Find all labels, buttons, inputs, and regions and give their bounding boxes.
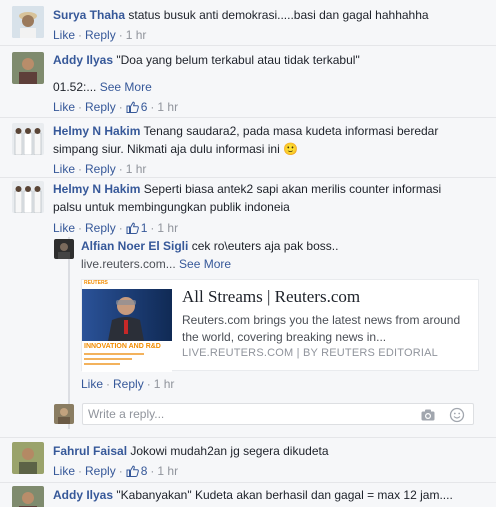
divider bbox=[0, 437, 496, 438]
like-button[interactable]: Like bbox=[53, 221, 75, 235]
commenter-name[interactable]: Fahrul Faisal bbox=[53, 444, 127, 458]
avatar-image bbox=[12, 442, 44, 474]
like-count[interactable]: 1 bbox=[126, 221, 147, 235]
commenter-name[interactable]: Addy Ilyas bbox=[53, 53, 113, 67]
link-preview-title[interactable]: All Streams | Reuters.com bbox=[182, 287, 360, 307]
like-button[interactable]: Like bbox=[53, 464, 75, 478]
avatar-image bbox=[12, 123, 44, 155]
reply-author-name[interactable]: Alfian Noer El Sigli bbox=[81, 239, 188, 253]
avatar[interactable] bbox=[12, 123, 44, 155]
link-preview-source: LIVE.REUTERS.COM | BY REUTERS EDITORIAL bbox=[182, 347, 438, 359]
timestamp[interactable]: 1 hr bbox=[157, 221, 178, 235]
like-button[interactable]: Like bbox=[81, 377, 103, 391]
commenter-name[interactable]: Helmy N Hakim bbox=[53, 182, 140, 196]
timestamp[interactable]: 1 hr bbox=[126, 162, 147, 176]
avatar[interactable] bbox=[12, 6, 44, 38]
link-preview-card[interactable]: REUTERS INNOVATION AND R&D All Streams |… bbox=[81, 279, 479, 372]
reply-button[interactable]: Reply bbox=[85, 28, 116, 42]
commenter-name[interactable]: Addy Ilyas bbox=[53, 488, 113, 502]
commenter-name[interactable]: Helmy N Hakim bbox=[53, 124, 140, 138]
reply-link-text[interactable]: live.reuters.com... bbox=[81, 257, 176, 271]
comment-text: Seperti biasa antek2 sapi akan merilis c… bbox=[143, 182, 442, 196]
avatar[interactable] bbox=[54, 239, 74, 259]
avatar-image bbox=[12, 486, 44, 507]
timestamp[interactable]: 1 hr bbox=[157, 100, 178, 114]
avatar[interactable] bbox=[12, 52, 44, 84]
thumbs-up-icon bbox=[126, 465, 139, 477]
avatar-image bbox=[54, 404, 74, 424]
reply-text: cek ro\euters aja pak boss.. bbox=[191, 239, 339, 253]
reply-button[interactable]: Reply bbox=[85, 464, 116, 478]
like-button[interactable]: Like bbox=[53, 28, 75, 42]
smiley-emoji: 🙂 bbox=[283, 142, 299, 156]
like-count[interactable]: 6 bbox=[126, 100, 147, 114]
timestamp[interactable]: 1 hr bbox=[154, 377, 175, 391]
avatar-image bbox=[12, 6, 44, 38]
commenter-name[interactable]: Surya Thaha bbox=[53, 8, 125, 22]
thumbs-up-icon bbox=[126, 101, 139, 113]
comment-text-continued: palsu untuk membingungkan publik indonei… bbox=[53, 200, 290, 214]
divider bbox=[0, 482, 496, 483]
reply-button[interactable]: Reply bbox=[85, 221, 116, 235]
like-button[interactable]: Like bbox=[53, 100, 75, 114]
comment-text: Tenang saudara2, pada masa kudeta inform… bbox=[143, 124, 439, 138]
comment-text: status busuk anti demokrasi.....basi dan… bbox=[128, 8, 429, 22]
smiley-icon[interactable] bbox=[449, 407, 465, 423]
image-caption: INNOVATION AND R&D bbox=[84, 343, 161, 350]
see-more-link[interactable]: See More bbox=[100, 80, 152, 94]
reply-box[interactable] bbox=[82, 403, 474, 425]
like-button[interactable]: Like bbox=[53, 162, 75, 176]
timestamp[interactable]: 1 hr bbox=[157, 464, 178, 478]
avatar[interactable] bbox=[12, 181, 44, 213]
current-user-avatar bbox=[54, 404, 74, 424]
reply-button[interactable]: Reply bbox=[113, 377, 144, 391]
camera-icon[interactable] bbox=[420, 407, 436, 423]
comment-text-continued: simpang siur. Nikmati aja dulu informasi… bbox=[53, 142, 280, 156]
link-preview-description: Reuters.com brings you the latest news f… bbox=[182, 313, 461, 344]
reply-button[interactable]: Reply bbox=[85, 100, 116, 114]
thumbs-up-icon bbox=[126, 222, 139, 234]
reply-thread-line bbox=[68, 237, 70, 429]
image-caption-lines bbox=[84, 353, 144, 365]
avatar-image bbox=[54, 239, 74, 259]
divider bbox=[0, 45, 496, 46]
link-preview-image: REUTERS INNOVATION AND R&D bbox=[82, 280, 172, 372]
divider bbox=[0, 117, 496, 118]
see-more-link[interactable]: See More bbox=[179, 257, 231, 271]
avatar-image bbox=[12, 52, 44, 84]
comment-text-continued: 01.52:... bbox=[53, 80, 97, 94]
comment-text: "Doa yang belum terkabul atau tidak terk… bbox=[116, 53, 360, 67]
comment-text: Jokowi mudah2an jg segera dikudeta bbox=[130, 444, 329, 458]
reply-input[interactable] bbox=[88, 407, 408, 421]
reply-button[interactable]: Reply bbox=[85, 162, 116, 176]
comment-text: "Kabanyakan" Kudeta akan berhasil dan ga… bbox=[116, 488, 453, 502]
like-count[interactable]: 8 bbox=[126, 464, 147, 478]
avatar[interactable] bbox=[12, 486, 44, 507]
reuters-logo: REUTERS bbox=[84, 280, 108, 286]
timestamp[interactable]: 1 hr bbox=[126, 28, 147, 42]
avatar[interactable] bbox=[12, 442, 44, 474]
divider bbox=[0, 177, 496, 178]
avatar-image bbox=[12, 181, 44, 213]
